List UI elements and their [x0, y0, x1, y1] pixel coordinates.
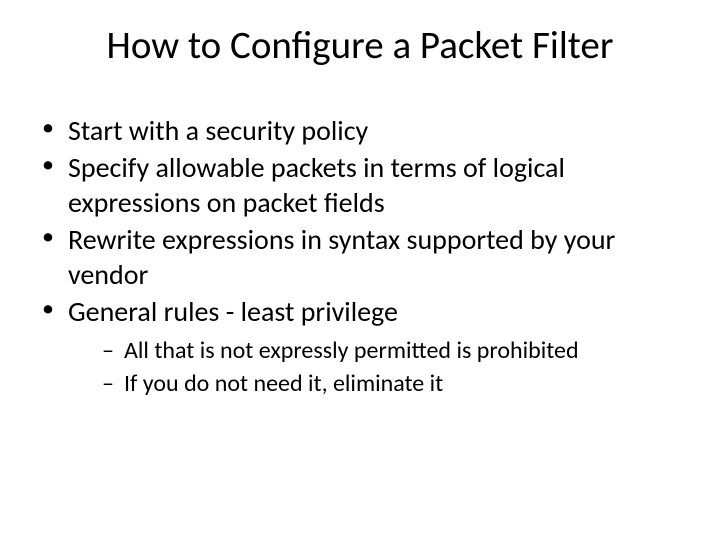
- slide-title: How to Configure a Packet Filter: [34, 22, 686, 69]
- bullet-item: Start with a security policy: [34, 113, 686, 148]
- bullet-item: Specify allowable packets in terms of lo…: [34, 150, 686, 220]
- sub-bullet-list: All that is not expressly permitted is p…: [68, 335, 686, 399]
- bullet-item: Rewrite expressions in syntax supported …: [34, 222, 686, 292]
- bullet-text: General rules - least privilege: [68, 294, 398, 329]
- sub-bullet-item: All that is not expressly permitted is p…: [102, 335, 686, 366]
- bullet-item: General rules - least privilege All that…: [34, 294, 686, 399]
- bullet-list: Start with a security policy Specify all…: [34, 113, 686, 399]
- sub-bullet-item: If you do not need it, eliminate it: [102, 368, 686, 399]
